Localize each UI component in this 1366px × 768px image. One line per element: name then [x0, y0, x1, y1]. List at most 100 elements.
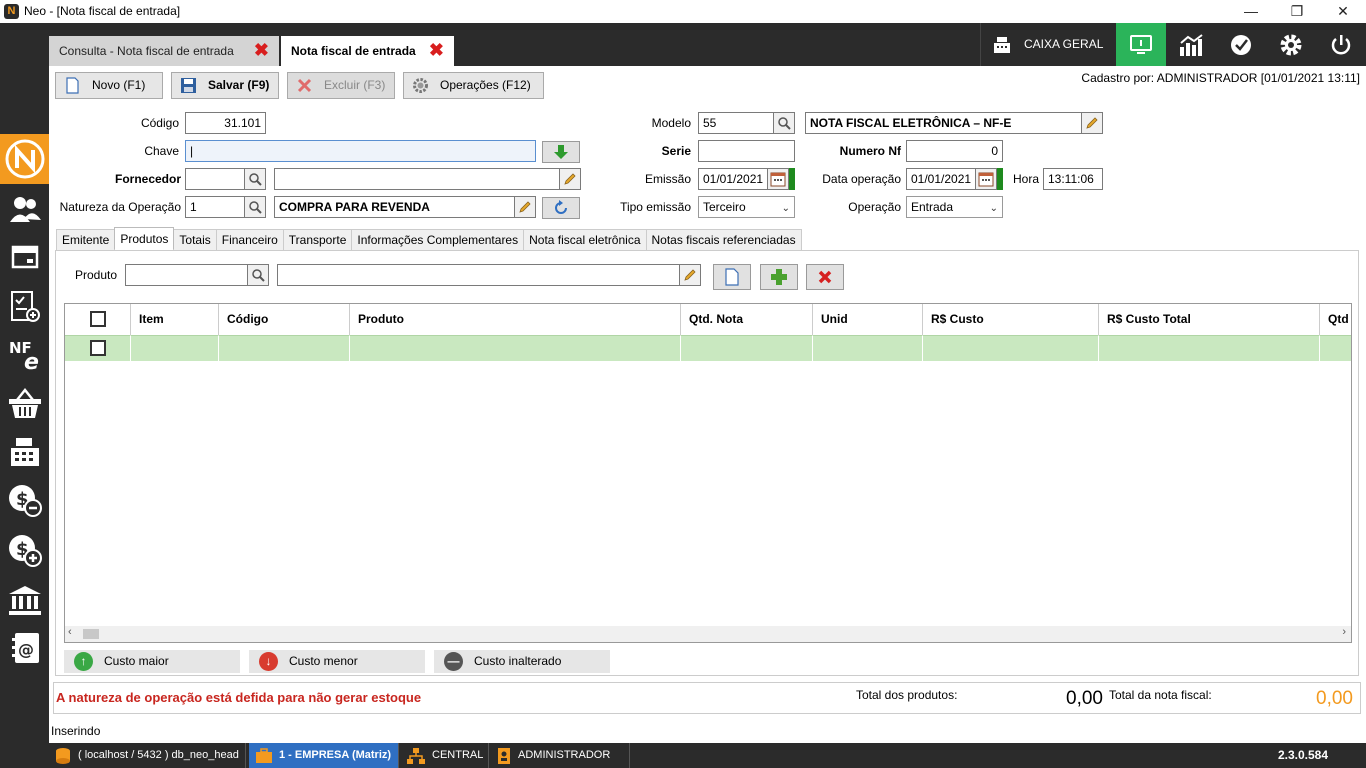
novo-button[interactable]: Novo (F1): [55, 72, 163, 99]
select-all-checkbox[interactable]: [90, 311, 106, 327]
tab-emitente[interactable]: Emitente: [56, 229, 116, 250]
modelo-search-button[interactable]: [773, 112, 795, 134]
pencil-icon: [564, 173, 576, 185]
tab-produtos[interactable]: Produtos: [114, 227, 175, 249]
tab-transporte[interactable]: Transporte: [282, 229, 353, 250]
close-window-icon[interactable]: ✕: [1320, 0, 1366, 23]
natureza-code-field[interactable]: 1: [185, 196, 245, 218]
salvar-button[interactable]: Salvar (F9): [171, 72, 279, 99]
pencil-icon: [1086, 117, 1098, 129]
users-icon[interactable]: [0, 187, 49, 231]
horizontal-scrollbar[interactable]: ‹ ›: [65, 626, 1351, 642]
scroll-left-icon[interactable]: ‹: [68, 626, 72, 638]
excluir-button[interactable]: Excluir (F3): [287, 72, 395, 99]
operacoes-button[interactable]: Operações (F12): [403, 72, 544, 99]
close-tab-icon[interactable]: ✖: [254, 36, 269, 64]
tab-notas-fiscais-referenciadas[interactable]: Notas fiscais referenciadas: [645, 229, 802, 250]
gear-icon[interactable]: [1266, 23, 1316, 66]
natureza-edit-button[interactable]: [514, 196, 536, 218]
money-plus-icon[interactable]: $: [0, 528, 49, 572]
minimize-icon[interactable]: —: [1228, 0, 1274, 23]
new-document-icon: [66, 77, 79, 94]
tab-totais[interactable]: Totais: [173, 229, 217, 250]
row-checkbox[interactable]: [90, 340, 106, 356]
numero-field[interactable]: 0: [906, 140, 1003, 162]
grid-header-custo[interactable]: R$ Custo: [923, 304, 1099, 335]
natureza-name-field[interactable]: COMPRA PARA REVENDA: [274, 196, 515, 218]
produto-edit-button[interactable]: [679, 264, 701, 286]
chave-field[interactable]: |: [185, 140, 536, 162]
restore-icon[interactable]: ❐: [1274, 0, 1320, 23]
grid-header-codigo[interactable]: Código: [219, 304, 350, 335]
tab-financeiro[interactable]: Financeiro: [215, 229, 284, 250]
pos-terminal-icon[interactable]: [0, 430, 49, 474]
produto-remove-button[interactable]: [806, 264, 844, 290]
basket-icon[interactable]: [0, 382, 49, 426]
tab-informacoes-complementares[interactable]: Informações Complementares: [351, 229, 525, 250]
produto-code-field[interactable]: [125, 264, 248, 286]
clipboard-add-icon[interactable]: [0, 284, 49, 328]
hora-field[interactable]: 13:11:06: [1043, 168, 1103, 190]
emissao-calendar-button[interactable]: [767, 168, 789, 190]
row-cell-unid[interactable]: [813, 335, 923, 361]
row-cell-custo[interactable]: [923, 335, 1099, 361]
row-cell-qtd-nota[interactable]: [681, 335, 813, 361]
scroll-thumb[interactable]: [83, 629, 99, 639]
grid-header-qtd-nota[interactable]: Qtd. Nota: [681, 304, 813, 335]
natureza-refresh-button[interactable]: [542, 197, 580, 219]
natureza-search-button[interactable]: [244, 196, 266, 218]
row-cell-item[interactable]: [131, 335, 219, 361]
data-operacao-field[interactable]: 01/01/2021: [906, 168, 976, 190]
fornecedor-name-field[interactable]: [274, 168, 560, 190]
produto-search-button[interactable]: [247, 264, 269, 286]
grid-header-custo-total[interactable]: R$ Custo Total: [1099, 304, 1320, 335]
address-book-icon[interactable]: @: [0, 626, 49, 670]
modelo-name-field[interactable]: NOTA FISCAL ELETRÔNICA – NF-E: [805, 112, 1082, 134]
footer-central[interactable]: CENTRAL: [400, 743, 489, 768]
footer-user[interactable]: ADMINISTRADOR: [490, 743, 630, 768]
row-cell-custo-total[interactable]: [1099, 335, 1320, 361]
pencil-icon: [519, 201, 531, 213]
data-operacao-calendar-button[interactable]: [975, 168, 997, 190]
operacao-select[interactable]: Entrada ⌄: [906, 196, 1003, 218]
grid-header-produto[interactable]: Produto: [350, 304, 681, 335]
fornecedor-edit-button[interactable]: [559, 168, 581, 190]
svg-text:e: e: [24, 350, 39, 372]
modelo-code-field[interactable]: 55: [698, 112, 774, 134]
download-chave-button[interactable]: [542, 141, 580, 163]
serie-field[interactable]: [698, 140, 795, 162]
table-row[interactable]: [65, 335, 131, 361]
grid-header-item[interactable]: Item: [131, 304, 219, 335]
power-icon[interactable]: [1316, 23, 1366, 66]
check-badge-icon[interactable]: [1216, 23, 1266, 66]
tipo-emissao-select[interactable]: Terceiro ⌄: [698, 196, 795, 218]
fornecedor-code-field[interactable]: [185, 168, 245, 190]
row-cell-codigo[interactable]: [219, 335, 350, 361]
tab-consulta-nota-fiscal[interactable]: Consulta - Nota fiscal de entrada ✖: [49, 36, 279, 66]
fornecedor-search-button[interactable]: [244, 168, 266, 190]
footer-empresa[interactable]: 1 - EMPRESA (Matriz): [249, 743, 399, 768]
codigo-field[interactable]: 31.101: [185, 112, 266, 134]
monitor-icon[interactable]: [1116, 23, 1166, 66]
chart-icon[interactable]: [1166, 23, 1216, 66]
scroll-right-icon[interactable]: ›: [1342, 626, 1346, 638]
money-minus-icon[interactable]: $: [0, 478, 49, 522]
produto-new-button[interactable]: [713, 264, 751, 290]
tab-label: Nota fiscal de entrada: [291, 44, 416, 58]
modelo-edit-button[interactable]: [1081, 112, 1103, 134]
row-cell-produto[interactable]: [350, 335, 681, 361]
nfe-icon[interactable]: NF e: [0, 332, 49, 376]
row-cell-qtd[interactable]: [1320, 335, 1351, 361]
grid-header-qtd[interactable]: Qtd: [1320, 304, 1351, 335]
bank-icon[interactable]: [0, 578, 49, 622]
grid-header-unid[interactable]: Unid: [813, 304, 923, 335]
emissao-field[interactable]: 01/01/2021: [698, 168, 768, 190]
caixa-geral-button[interactable]: CAIXA GERAL: [980, 23, 1115, 66]
produto-name-field[interactable]: [277, 264, 680, 286]
box-icon[interactable]: [0, 234, 49, 278]
close-tab-icon[interactable]: ✖: [429, 36, 444, 64]
tab-nota-fiscal-eletronica[interactable]: Nota fiscal eletrônica: [523, 229, 647, 250]
footer-user-label: ADMINISTRADOR: [518, 749, 611, 761]
produto-add-button[interactable]: [760, 264, 798, 290]
tab-nota-fiscal-entrada[interactable]: Nota fiscal de entrada ✖: [281, 36, 454, 66]
